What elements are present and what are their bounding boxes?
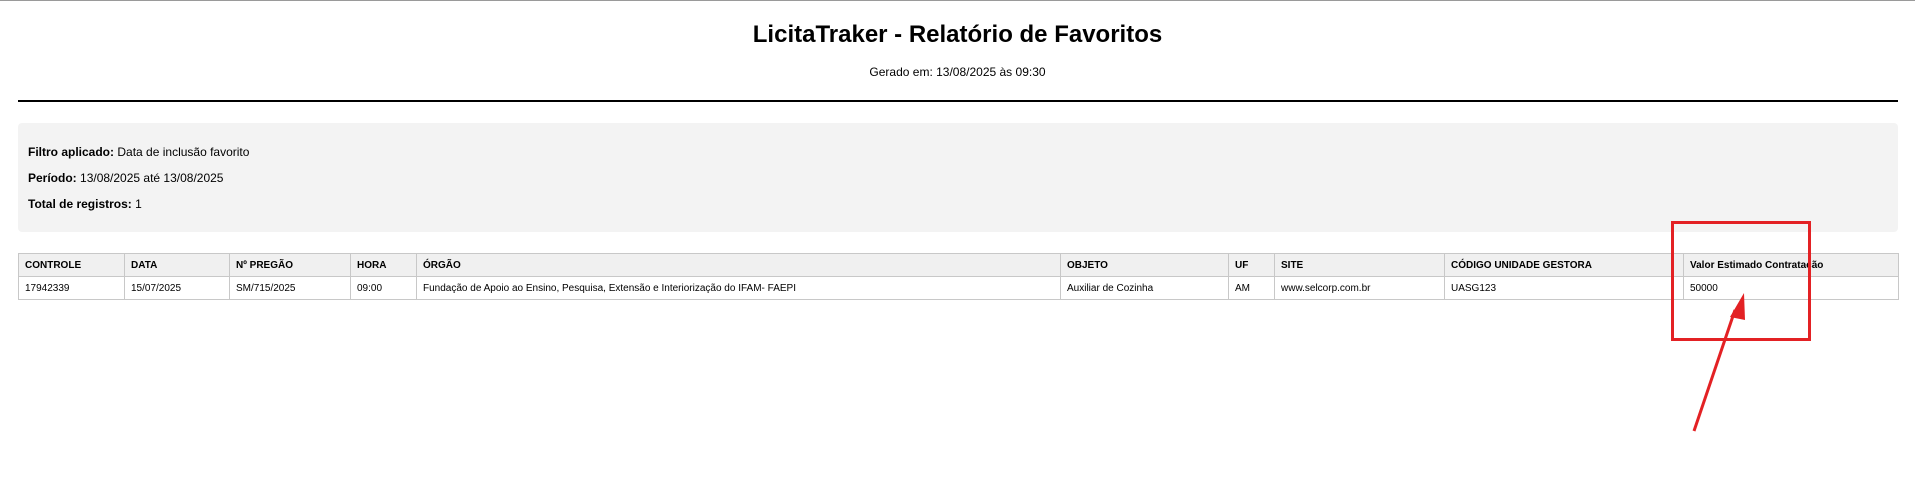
annotation-arrow-icon — [1692, 293, 1745, 432]
